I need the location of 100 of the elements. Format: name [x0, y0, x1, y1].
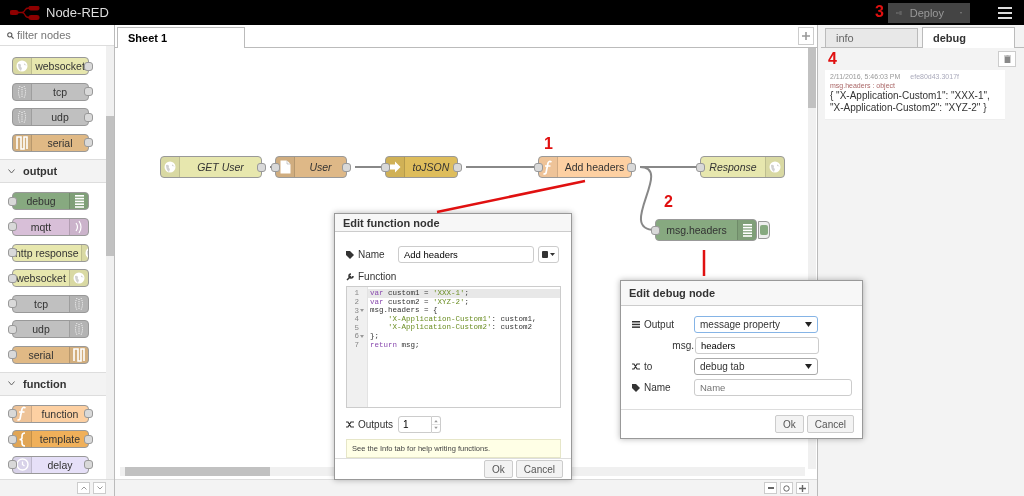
number-field[interactable]: 1 — [398, 416, 432, 434]
wrench-icon — [346, 272, 354, 281]
fold-icon[interactable] — [360, 309, 364, 313]
plus-icon — [802, 32, 810, 40]
flow-node[interactable]: function — [12, 404, 89, 423]
flow-node[interactable]: debug — [12, 192, 89, 211]
dialog-title: Edit function node — [335, 214, 571, 233]
trash-icon — [1003, 55, 1011, 63]
shuffle-icon — [632, 363, 640, 370]
message-payload: { "X-Application-Custom1": "XXX-1", "X-Application-Custom2": "XYZ-2" } — [830, 90, 991, 114]
circle-icon — [783, 484, 790, 492]
flow-node[interactable]: GET User — [160, 156, 262, 178]
sheet-tab[interactable]: Sheet 1 — [117, 27, 245, 48]
list-icon — [632, 321, 640, 328]
field-label: to — [632, 361, 694, 372]
category-header[interactable]: function — [0, 371, 106, 396]
annotation-number: 1 — [544, 135, 553, 153]
expand-button[interactable] — [93, 482, 106, 494]
category-header[interactable]: output — [0, 159, 106, 184]
zoom-in-button[interactable] — [796, 482, 809, 494]
add-tab-button[interactable] — [798, 27, 814, 45]
search-field[interactable]: filter nodes — [17, 29, 107, 41]
cancel-button[interactable]: Cancel — [515, 460, 563, 479]
flow-node[interactable]: tcp — [12, 294, 89, 313]
field-label: Name — [346, 249, 398, 261]
caret-icon — [550, 253, 555, 257]
text-field[interactable]: Name — [694, 379, 852, 396]
field-prefix: msg. — [671, 340, 695, 351]
port-handle[interactable] — [627, 162, 636, 172]
port-handle[interactable] — [84, 61, 93, 71]
flow-node[interactable]: delay — [12, 455, 89, 474]
clear-button[interactable] — [998, 51, 1016, 67]
function-icon — [17, 406, 27, 422]
field-label: Outputs — [346, 419, 398, 431]
app-title: Node-RED — [46, 5, 109, 20]
flow-node[interactable]: Add headers — [538, 156, 632, 178]
port-handle[interactable] — [84, 112, 93, 122]
flow-node[interactable]: Response — [700, 156, 785, 178]
wave-icon — [17, 110, 27, 125]
flow-node[interactable]: websocket — [12, 57, 89, 75]
collapse-button[interactable] — [77, 482, 90, 494]
port-handle[interactable] — [84, 434, 93, 444]
tag-icon — [632, 383, 640, 392]
signal-icon — [74, 219, 84, 234]
cancel-button[interactable]: Cancel — [806, 415, 854, 433]
zoom-reset-button[interactable] — [780, 482, 793, 494]
sidebar-tab[interactable]: debug — [922, 27, 1015, 48]
port-handle[interactable] — [84, 138, 93, 148]
fold-icon[interactable] — [360, 334, 364, 338]
chevron-up-icon — [80, 486, 87, 490]
port-handle[interactable] — [342, 162, 351, 172]
scroll-thumb[interactable] — [106, 116, 114, 256]
shuffle-icon — [346, 421, 354, 429]
text-field[interactable]: headers — [695, 337, 819, 354]
scroll-thumb[interactable] — [125, 467, 270, 476]
annotation-number: 2 — [664, 193, 673, 211]
ok-button[interactable]: Ok — [484, 460, 513, 479]
flow-node[interactable]: serial — [12, 345, 89, 364]
port-handle[interactable] — [84, 409, 93, 419]
select-field[interactable]: debug tab — [694, 358, 818, 375]
zoom-out-button[interactable] — [764, 482, 777, 494]
port-handle[interactable] — [84, 87, 93, 97]
flow-node[interactable]: User — [275, 156, 347, 178]
stepper-icon[interactable] — [432, 416, 441, 434]
list-icon — [742, 223, 752, 237]
chevron-icon — [8, 381, 15, 387]
flow-node[interactable]: msg.headers — [655, 219, 757, 241]
flow-node[interactable]: tcp — [12, 82, 89, 101]
flow-node[interactable]: mqtt — [12, 217, 89, 236]
port-handle[interactable] — [257, 162, 266, 172]
icon-picker-button[interactable] — [538, 246, 559, 264]
flow-node[interactable]: template — [12, 430, 89, 449]
toggle-button[interactable] — [758, 221, 770, 239]
flow-node[interactable]: websocket — [12, 269, 89, 288]
scroll-thumb[interactable] — [808, 48, 816, 108]
brace-icon — [18, 431, 26, 447]
wave-icon — [17, 84, 27, 99]
select-field[interactable]: message property — [694, 316, 818, 333]
port-handle[interactable] — [84, 460, 93, 470]
flow-node[interactable]: serial — [12, 133, 89, 152]
ok-button[interactable]: Ok — [775, 415, 804, 433]
menu-icon — [998, 6, 1012, 19]
wave-icon — [74, 322, 84, 337]
minus-icon — [767, 487, 774, 489]
annotation-number: 3 — [875, 3, 884, 21]
flow-node[interactable]: udp — [12, 320, 89, 339]
menu-button[interactable] — [996, 4, 1014, 21]
globe-icon — [73, 272, 85, 285]
port-handle[interactable] — [453, 162, 462, 172]
text-field[interactable]: Add headers — [398, 246, 534, 264]
field-label: Function — [346, 271, 398, 283]
plus-icon — [799, 484, 806, 492]
sidebar-tab[interactable]: info — [825, 28, 918, 47]
flow-node[interactable]: udp — [12, 108, 89, 127]
globe-icon — [769, 161, 781, 173]
flow-node[interactable]: toJSON — [385, 156, 458, 178]
caret-icon — [805, 364, 812, 369]
chevron-icon — [8, 168, 15, 174]
square-wave-icon — [16, 135, 28, 150]
tag-icon — [346, 250, 354, 259]
